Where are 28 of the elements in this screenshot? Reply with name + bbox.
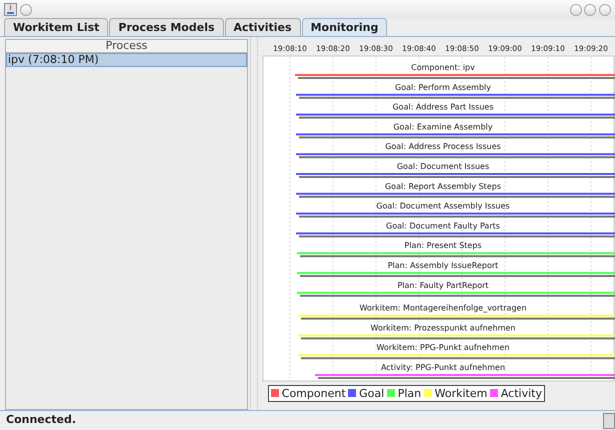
timeline-label: Workitem: Prozesspunkt aufnehmen [370, 323, 516, 332]
timeline-label: Goal: Document Faulty Parts [386, 221, 500, 230]
timeline-label: Plan: Faulty PartReport [397, 280, 489, 290]
timeline-label: Goal: Document Assembly Issues [376, 202, 510, 211]
timeline-label: Goal: Address Process Issues [385, 142, 501, 152]
tab[interactable]: Workitem List [4, 18, 108, 36]
timeline-label: Workitem: Montagereihenfolge_vortragen [359, 304, 527, 313]
timeline-label: Activity: PPG-Punkt aufnehmen [380, 363, 506, 372]
timeline-label: Goal: Perform Assembly [395, 82, 491, 92]
legend-label: Activity [500, 386, 542, 401]
legend-label: Workitem [434, 386, 488, 401]
tab[interactable]: Process Models [109, 18, 224, 36]
timeline-label: Goal: Document Issues [396, 162, 490, 171]
timeline-label: Plan: Present Steps [404, 241, 482, 250]
column-header[interactable]: Process [6, 40, 248, 53]
timeline-label: Workitem: PPG-Punkt aufnehmen [376, 343, 510, 352]
status-text: Connected. [6, 412, 76, 428]
legend-label: Plan [398, 386, 422, 401]
tab[interactable]: Monitoring [302, 18, 388, 36]
timeline-label: Plan: Assembly IssueReport [388, 261, 498, 270]
timeline-label: Component: ipv [411, 63, 475, 72]
legend-label: Goal [359, 386, 384, 401]
process-row[interactable]: ipv (7:08:10 PM) [6, 53, 248, 67]
timeline-label: Goal: Report Assembly Steps [385, 182, 501, 191]
tab[interactable]: Activities [224, 18, 301, 36]
legend-label: Component [282, 386, 346, 401]
timeline-label: Goal: Address Part Issues [392, 102, 494, 112]
timeline-label: Goal: Examine Assembly [393, 122, 493, 132]
